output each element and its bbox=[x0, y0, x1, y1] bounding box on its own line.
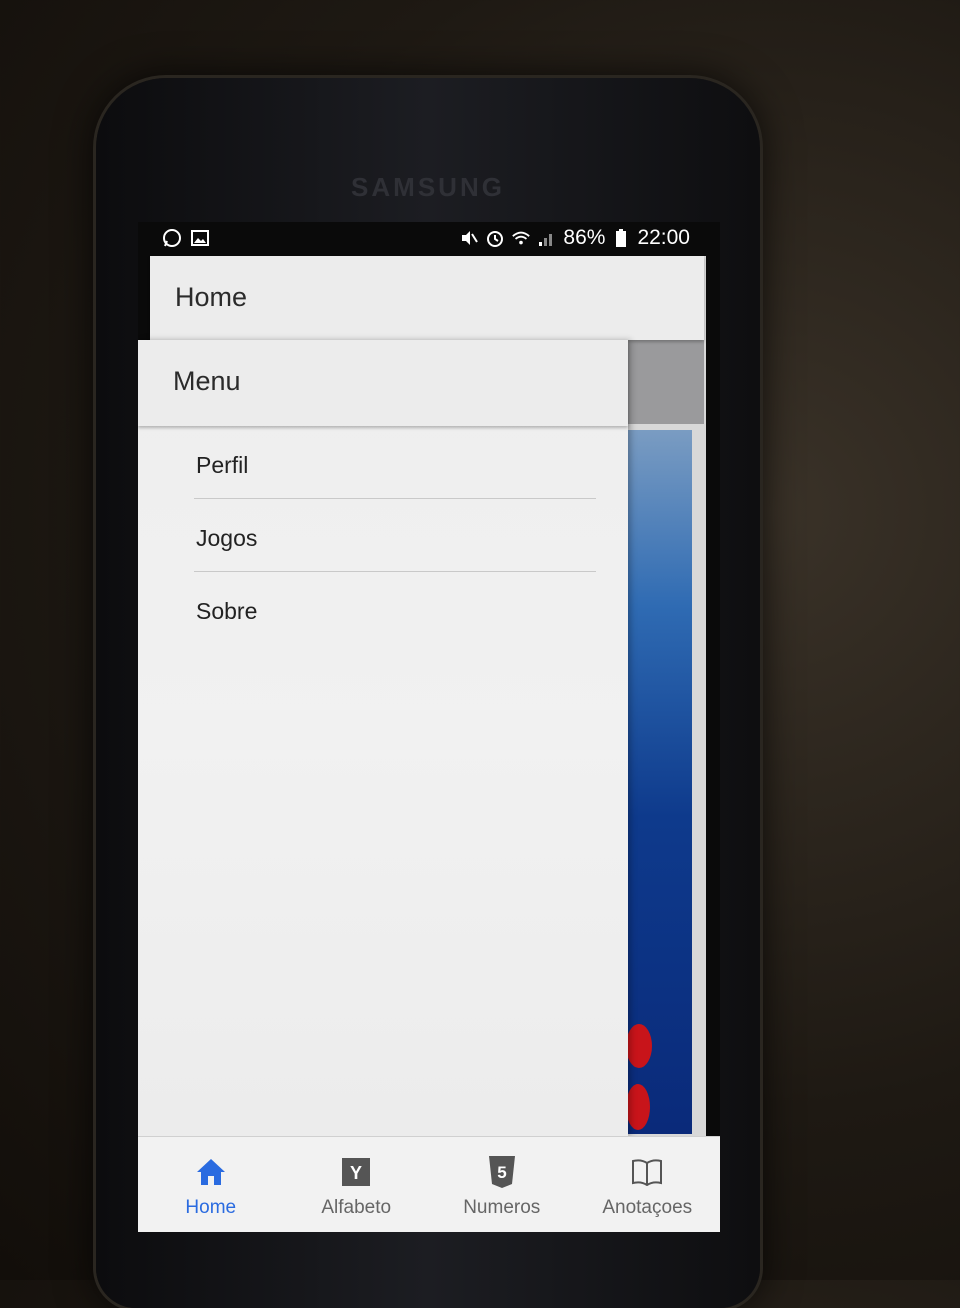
book-icon bbox=[630, 1155, 664, 1189]
content-decoration bbox=[626, 1084, 650, 1130]
mute-icon bbox=[459, 228, 479, 248]
wifi-icon bbox=[511, 228, 531, 248]
content-decoration bbox=[626, 1024, 652, 1068]
drawer-item-label: Jogos bbox=[196, 525, 258, 551]
tab-numeros[interactable]: 5 Numeros bbox=[429, 1137, 575, 1232]
status-bar: 86% 22:00 bbox=[138, 222, 720, 256]
tab-label: Anotaçoes bbox=[602, 1197, 693, 1218]
html5-icon: 5 bbox=[485, 1155, 519, 1189]
battery-icon bbox=[611, 228, 631, 248]
drawer-item-label: Perfil bbox=[196, 452, 249, 478]
whatsapp-icon bbox=[162, 228, 182, 248]
tab-label: Home bbox=[185, 1197, 237, 1218]
home-icon bbox=[194, 1155, 228, 1189]
battery-percent: 86% bbox=[563, 226, 606, 249]
device-brand: SAMSUNG bbox=[351, 172, 505, 202]
drawer-menu: Perfil Jogos Sobre bbox=[194, 426, 596, 644]
drawer-title: Menu bbox=[173, 366, 241, 396]
svg-text:Y: Y bbox=[350, 1163, 362, 1183]
tab-label: Numeros bbox=[463, 1197, 541, 1218]
alarm-icon bbox=[485, 228, 505, 248]
drawer-item-perfil[interactable]: Perfil bbox=[194, 426, 596, 499]
tab-label: Alfabeto bbox=[321, 1197, 392, 1218]
page-title: Home bbox=[175, 282, 248, 312]
signal-icon bbox=[537, 228, 557, 248]
svg-text:5: 5 bbox=[497, 1163, 506, 1182]
tab-home[interactable]: Home bbox=[138, 1137, 284, 1232]
y-letter-icon: Y bbox=[339, 1155, 373, 1189]
app-subheader bbox=[616, 340, 704, 424]
clock: 22:00 bbox=[637, 226, 690, 249]
bottom-tab-bar: Home Y Alfabeto 5 Numeros Anotaçoes bbox=[138, 1136, 720, 1232]
drawer-item-label: Sobre bbox=[196, 598, 258, 624]
drawer-header: Menu bbox=[138, 340, 628, 426]
phone-screen: 86% 22:00 Home Menu Perfil Jogos Sobre H… bbox=[138, 222, 720, 1232]
drawer-item-jogos[interactable]: Jogos bbox=[194, 499, 596, 572]
side-drawer: Menu Perfil Jogos Sobre bbox=[138, 340, 628, 1136]
tab-alfabeto[interactable]: Y Alfabeto bbox=[284, 1137, 430, 1232]
tab-anotacoes[interactable]: Anotaçoes bbox=[575, 1137, 721, 1232]
drawer-item-sobre[interactable]: Sobre bbox=[194, 572, 596, 644]
app-header: Home bbox=[150, 256, 704, 340]
image-icon bbox=[190, 228, 210, 248]
